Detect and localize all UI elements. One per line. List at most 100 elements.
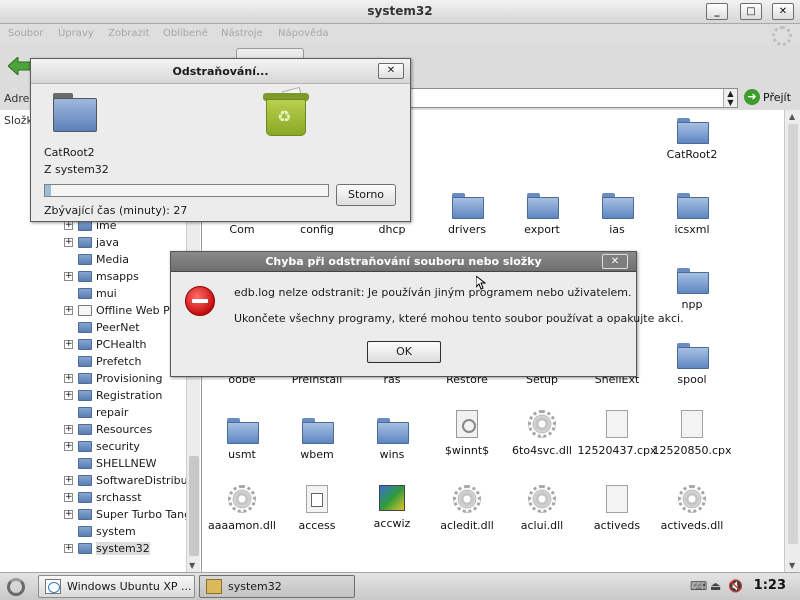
file-item[interactable]: aclui.dll — [502, 485, 582, 532]
tree-item-mui[interactable]: mui — [64, 286, 117, 303]
menu-tools[interactable]: Nástroje — [221, 28, 263, 39]
scroll-down-icon[interactable]: ▼ — [789, 561, 795, 570]
tree-item-registration[interactable]: + Registration — [64, 388, 162, 405]
taskbar-item-browser[interactable]: Windows Ubuntu XP ... — [38, 575, 195, 598]
expand-toggle[interactable]: + — [64, 543, 73, 553]
network-icon[interactable]: ⌨ — [690, 579, 707, 593]
file-label: usmt — [228, 448, 256, 461]
dialog-close-button[interactable]: ✕ — [602, 254, 628, 269]
scroll-down-icon[interactable]: ▼ — [189, 561, 195, 570]
file-item[interactable]: aaaamon.dll — [202, 485, 282, 532]
close-button[interactable]: ✕ — [772, 3, 794, 20]
menu-bar: Soubor Úpravy Zobrazit Oblíbené Nástroje… — [0, 24, 800, 46]
tree-item-softwaredistribution[interactable]: + SoftwareDistributi — [64, 473, 195, 490]
ok-button[interactable]: OK — [367, 341, 441, 363]
file-item[interactable]: usmt — [202, 414, 282, 461]
expand-toggle[interactable]: + — [64, 373, 73, 383]
menu-edit[interactable]: Úpravy — [58, 28, 94, 39]
expand-toggle[interactable]: + — [64, 339, 73, 349]
file-item[interactable]: accwiz — [352, 485, 432, 530]
expand-toggle[interactable]: + — [64, 509, 73, 519]
tree-item-shellnew[interactable]: SHELLNEW — [64, 456, 157, 473]
mouse-cursor-icon — [476, 276, 486, 290]
expand-toggle[interactable]: + — [64, 390, 73, 400]
tree-item-repair[interactable]: repair — [64, 405, 128, 422]
file-item[interactable]: 6to4svc.dll — [502, 410, 582, 457]
menu-help[interactable]: Nápověda — [278, 28, 329, 39]
back-arrow-icon[interactable] — [8, 57, 30, 75]
expand-toggle[interactable]: + — [64, 441, 73, 451]
file-item[interactable]: 12520437.cpx — [577, 410, 657, 457]
tree-item-label: security — [96, 439, 140, 453]
file-item[interactable]: icsxml — [652, 189, 732, 236]
taskbar-item-system32[interactable]: system32 — [199, 575, 355, 598]
cancel-button[interactable]: Storno — [336, 184, 396, 206]
file-item[interactable]: 12520850.cpx — [652, 410, 732, 457]
file-item[interactable]: export — [502, 189, 582, 236]
menu-favorites[interactable]: Oblíbené — [163, 28, 208, 39]
file-label: export — [524, 223, 560, 236]
expand-toggle — [64, 288, 73, 298]
tree-item-system32[interactable]: + system32 — [64, 541, 150, 558]
file-item[interactable]: $winnt$ — [427, 410, 507, 457]
expand-toggle[interactable]: + — [64, 237, 73, 247]
tree-item-java[interactable]: + java — [64, 235, 119, 252]
tree-item-offline-web-pages[interactable]: + Offline Web Pa — [64, 303, 176, 320]
file-item[interactable]: ias — [577, 189, 657, 236]
start-menu-icon[interactable] — [7, 578, 25, 596]
expand-toggle[interactable]: + — [64, 424, 73, 434]
tree-item-system[interactable]: system — [64, 524, 136, 541]
expand-toggle[interactable]: + — [64, 305, 73, 315]
scrollbar-thumb[interactable] — [788, 124, 798, 544]
file-label: acledit.dll — [440, 519, 494, 532]
menu-view[interactable]: Zobrazit — [108, 28, 150, 39]
dialog-close-button[interactable]: ✕ — [378, 63, 404, 79]
file-label: config — [300, 223, 334, 236]
tree-item-label: system32 — [96, 541, 150, 555]
tree-item-media[interactable]: Media — [64, 252, 129, 269]
file-label: dhcp — [378, 223, 406, 236]
tree-item-security[interactable]: + security — [64, 439, 140, 456]
file-item[interactable]: activeds — [577, 485, 657, 532]
document-icon — [606, 485, 628, 513]
tree-item-super-turbo-tang[interactable]: + Super Turbo Tang — [64, 507, 191, 524]
file-item[interactable]: activeds.dll — [652, 485, 732, 532]
tree-item-pchealth[interactable]: + PCHealth — [64, 337, 146, 354]
tree-item-resources[interactable]: + Resources — [64, 422, 152, 439]
explorer-icon — [206, 579, 222, 594]
tree-item-provisioning[interactable]: + Provisioning — [64, 371, 163, 388]
tree-item-srchasst[interactable]: + srchasst — [64, 490, 142, 507]
file-label: wins — [379, 448, 405, 461]
address-input[interactable]: ▲ ▼ — [410, 88, 738, 108]
file-label: $winnt$ — [444, 444, 490, 457]
scrollbar-thumb[interactable] — [189, 456, 199, 556]
tree-item-msapps[interactable]: + msapps — [64, 269, 139, 286]
file-item[interactable]: CatRoot2 — [652, 114, 732, 161]
scroll-up-icon[interactable]: ▲ — [789, 112, 795, 121]
expand-toggle[interactable]: + — [64, 492, 73, 502]
tree-item-prefetch[interactable]: Prefetch — [64, 354, 141, 371]
file-item[interactable]: npp — [652, 264, 732, 311]
gear-icon — [528, 485, 556, 513]
file-item[interactable]: drivers — [427, 189, 507, 236]
file-view-scrollbar[interactable]: ▲ ▼ — [784, 110, 800, 572]
folder-icon — [452, 193, 484, 219]
minimize-button[interactable]: _ — [706, 3, 728, 20]
tree-item-peernet[interactable]: PeerNet — [64, 320, 140, 337]
file-item[interactable]: wins — [352, 414, 432, 461]
maximize-button[interactable]: □ — [740, 3, 762, 20]
file-item[interactable]: acledit.dll — [427, 485, 507, 532]
volume-muted-icon[interactable]: 🔇 — [728, 579, 743, 593]
expand-toggle[interactable]: + — [64, 271, 73, 281]
file-item[interactable]: access — [277, 485, 357, 532]
file-item[interactable]: spool — [652, 339, 732, 386]
chevron-down-icon[interactable]: ▲ ▼ — [723, 89, 737, 107]
error-message: edb.log nelze odstranit: Je používán jin… — [234, 286, 632, 299]
tree-item-label: msapps — [96, 269, 139, 283]
eject-icon[interactable]: ⏏ — [710, 579, 721, 593]
delete-progress-bar — [44, 184, 329, 197]
expand-toggle[interactable]: + — [64, 475, 73, 485]
menu-file[interactable]: Soubor — [8, 28, 43, 39]
go-button[interactable]: ➜ Přejít — [744, 89, 791, 107]
file-item[interactable]: wbem — [277, 414, 357, 461]
